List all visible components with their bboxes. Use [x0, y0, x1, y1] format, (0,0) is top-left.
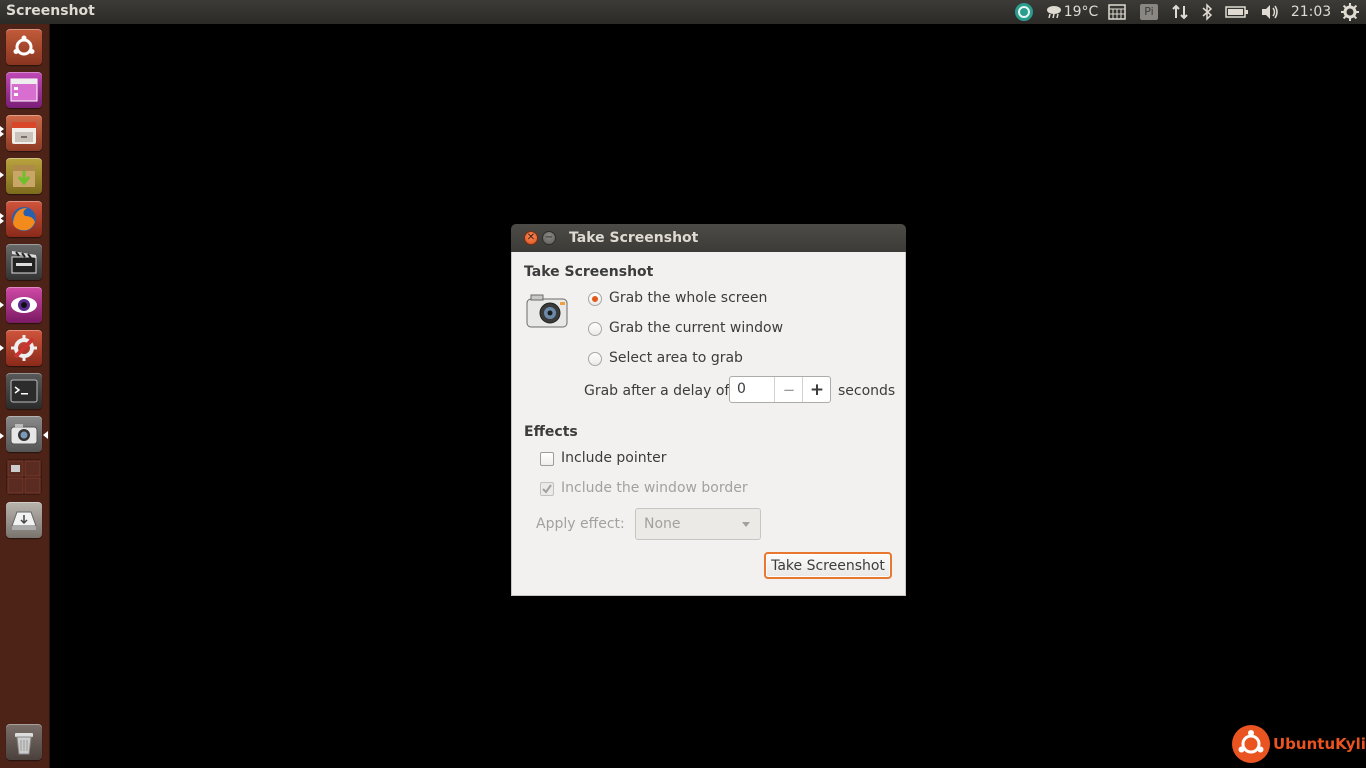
running-indicator — [0, 131, 4, 137]
select-area-label[interactable]: Select area to grab — [609, 350, 743, 366]
battery-icon[interactable] — [1223, 0, 1251, 24]
dash-icon[interactable] — [6, 29, 42, 65]
weather-icon[interactable] — [1044, 0, 1064, 24]
top-panel: Screenshot 19°C Pi 21:03 — [0, 0, 1366, 24]
ubuntukylin-logo-text: UbuntuKylin — [1273, 735, 1366, 753]
grab-current-window-radio[interactable] — [588, 322, 602, 336]
network-icon[interactable] — [1170, 0, 1190, 24]
eye-app-icon[interactable] — [6, 287, 42, 323]
minimize-icon: − — [544, 232, 554, 243]
dialog-body: Take Screenshot Grab the whole screen Gr… — [511, 252, 906, 596]
indicator-app-icon[interactable] — [1012, 0, 1036, 24]
increase-delay-button[interactable]: + — [802, 377, 831, 402]
ubuntukylin-logo-icon — [1232, 725, 1270, 763]
camera-icon — [525, 291, 571, 331]
usb-drive-icon[interactable] — [6, 502, 42, 538]
running-indicator — [0, 345, 4, 351]
delay-value[interactable]: 0 — [737, 381, 746, 397]
include-border-label: Include the window border — [561, 480, 748, 496]
take-screenshot-button[interactable]: Take Screenshot — [764, 552, 892, 579]
grab-whole-screen-label[interactable]: Grab the whole screen — [609, 290, 767, 306]
workspace-switcher-icon[interactable] — [6, 72, 42, 108]
delay-label: Grab after a delay of — [584, 383, 730, 399]
select-area-radio[interactable] — [588, 352, 602, 366]
delay-spinbutton[interactable]: 0 − + — [729, 376, 831, 403]
system-settings-icon[interactable] — [6, 330, 42, 366]
plus-icon: + — [809, 379, 825, 400]
video-editor-icon[interactable] — [6, 244, 42, 280]
include-pointer-label[interactable]: Include pointer — [561, 450, 667, 466]
firefox-icon[interactable] — [6, 201, 42, 237]
effects-title: Effects — [524, 424, 578, 440]
close-icon: ✕ — [526, 232, 536, 243]
running-indicator — [0, 218, 4, 224]
include-pointer-checkbox[interactable] — [540, 452, 554, 466]
close-button[interactable]: ✕ — [524, 231, 538, 245]
workspaces-icon[interactable] — [6, 459, 42, 495]
calendar-icon[interactable] — [1107, 0, 1127, 24]
section-title: Take Screenshot — [524, 264, 654, 280]
running-indicator — [0, 302, 4, 308]
active-app-title: Screenshot — [6, 3, 95, 19]
temperature-label[interactable]: 19°C — [1063, 0, 1099, 24]
apply-effect-select: None — [635, 508, 761, 540]
apply-effect-label: Apply effect: — [536, 516, 625, 532]
file-manager-icon[interactable] — [6, 115, 42, 151]
chevron-down-icon — [742, 522, 750, 527]
keyboard-layout-indicator[interactable]: Pi — [1139, 0, 1159, 24]
dialog-titlebar[interactable]: ✕ − Take Screenshot — [511, 224, 906, 252]
running-indicator — [0, 172, 4, 178]
screenshot-app-icon[interactable] — [6, 416, 42, 452]
grab-whole-screen-radio[interactable] — [588, 292, 602, 306]
dialog-title: Take Screenshot — [569, 230, 699, 246]
volume-icon[interactable] — [1258, 0, 1282, 24]
launcher — [0, 24, 50, 768]
minimize-button[interactable]: − — [542, 231, 556, 245]
terminal-icon[interactable] — [6, 373, 42, 409]
delay-unit-label: seconds — [838, 383, 896, 399]
bluetooth-icon[interactable] — [1198, 0, 1216, 24]
screenshot-dialog: ✕ − Take Screenshot Take Screenshot Grab… — [511, 224, 906, 596]
focused-indicator — [43, 431, 48, 439]
running-indicator — [0, 433, 4, 439]
minus-icon: − — [782, 380, 796, 399]
checkmark-icon — [542, 484, 552, 494]
apply-effect-value: None — [644, 516, 681, 532]
grab-current-window-label[interactable]: Grab the current window — [609, 320, 783, 336]
trash-icon[interactable] — [6, 724, 42, 760]
ubuntukylin-logo: UbuntuKylin — [1231, 724, 1366, 764]
decrease-delay-button[interactable]: − — [774, 377, 803, 402]
gear-icon[interactable] — [1340, 0, 1360, 24]
clock[interactable]: 21:03 — [1288, 0, 1334, 24]
archive-installer-icon[interactable] — [6, 158, 42, 194]
include-border-checkbox — [540, 482, 554, 496]
